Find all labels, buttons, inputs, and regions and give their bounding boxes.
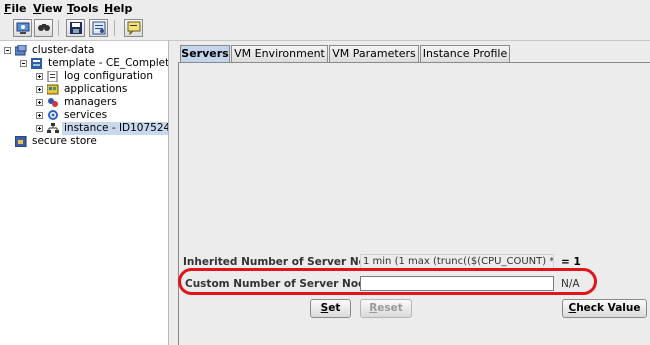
find-button[interactable] bbox=[34, 19, 53, 37]
menu-bar: File View Tools Help bbox=[0, 0, 650, 17]
menu-file[interactable]: File bbox=[4, 2, 27, 15]
log-config-icon bbox=[47, 71, 58, 82]
settings-button[interactable] bbox=[89, 19, 108, 37]
reset-button[interactable]: Reset bbox=[360, 299, 412, 318]
inherited-nodes-label: Inherited Number of Server Nodes bbox=[183, 256, 387, 268]
set-button[interactable]: Set bbox=[310, 299, 351, 318]
expand-icon[interactable] bbox=[36, 86, 43, 93]
connect-button[interactable] bbox=[13, 19, 32, 37]
toolbar bbox=[0, 17, 650, 41]
connect-icon bbox=[16, 22, 30, 34]
cluster-icon bbox=[15, 45, 27, 56]
tab-servers[interactable]: Servers bbox=[180, 45, 230, 62]
tab-vm-parameters[interactable]: VM Parameters bbox=[329, 45, 419, 62]
expand-icon[interactable] bbox=[36, 99, 43, 106]
settings-icon bbox=[92, 21, 106, 35]
menu-tools[interactable]: Tools bbox=[67, 2, 98, 15]
toolbar-separator bbox=[114, 20, 115, 36]
inherited-nodes-result: = 1 bbox=[561, 256, 581, 268]
split-divider[interactable] bbox=[168, 41, 178, 345]
save-button[interactable] bbox=[66, 19, 85, 37]
collapse-icon[interactable] bbox=[20, 60, 27, 67]
instance-icon bbox=[47, 123, 59, 133]
tab-bar: Servers VM Environment VM Parameters Ins… bbox=[178, 45, 650, 63]
config-tree: cluster-data template - CE_Complete_ log… bbox=[0, 41, 181, 345]
template-icon bbox=[31, 58, 42, 69]
collapse-icon[interactable] bbox=[4, 47, 11, 54]
applications-icon bbox=[47, 84, 59, 95]
managers-icon bbox=[48, 98, 58, 107]
comment-button[interactable] bbox=[124, 19, 143, 37]
expand-icon[interactable] bbox=[36, 112, 43, 119]
services-icon bbox=[48, 110, 58, 120]
menu-help[interactable]: Help bbox=[104, 2, 132, 15]
expand-icon[interactable] bbox=[36, 73, 43, 80]
tab-instance-profile[interactable]: Instance Profile bbox=[420, 45, 510, 62]
toolbar-separator bbox=[58, 20, 59, 36]
check-value-button[interactable]: Check Value bbox=[562, 299, 647, 318]
menu-view[interactable]: View bbox=[33, 2, 63, 15]
secure-store-icon bbox=[15, 136, 27, 147]
find-icon bbox=[38, 24, 50, 31]
comment-icon bbox=[127, 21, 141, 35]
expand-icon[interactable] bbox=[36, 125, 43, 132]
highlight-ellipse bbox=[178, 268, 597, 295]
tab-vm-environment[interactable]: VM Environment bbox=[231, 45, 328, 62]
save-icon bbox=[70, 22, 82, 34]
